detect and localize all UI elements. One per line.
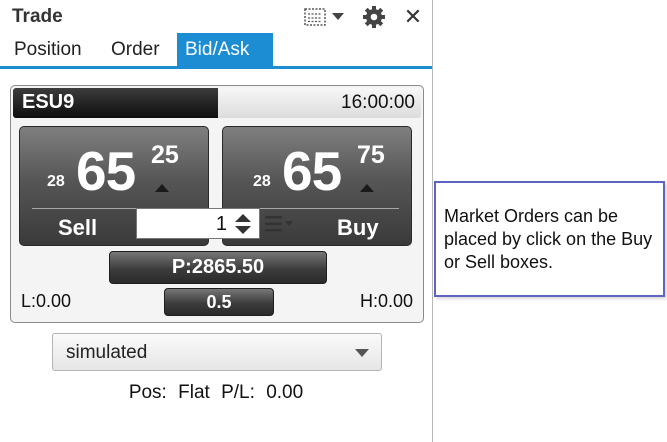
symbol-label: ESU9 <box>22 91 75 113</box>
layout-icon[interactable] <box>303 4 327 30</box>
high-label: H:0.00 <box>359 291 413 311</box>
quantity-value: 1 <box>215 213 227 235</box>
spin-arrows-icon[interactable] <box>233 213 253 235</box>
tab-bid-ask[interactable]: Bid/Ask <box>177 33 273 66</box>
pl-value: 0.00 <box>266 382 304 403</box>
trade-panel: Trade ✕ Position Order Bid/Ask ESU9 16:0… <box>0 0 433 442</box>
gear-icon[interactable] <box>360 4 388 30</box>
account-select[interactable]: simulated <box>52 333 382 371</box>
quantity-menu-icon[interactable] <box>264 215 294 233</box>
sell-label: Sell <box>58 215 98 240</box>
title-bar: Trade ✕ <box>0 0 432 34</box>
close-icon[interactable]: ✕ <box>400 4 426 30</box>
ask-tick-up-icon <box>360 184 374 192</box>
symbol-bar: ESU9 16:00:00 <box>13 88 421 118</box>
bid-ask-widget: ESU9 16:00:00 28 65 25 Sell 28 65 75 Buy… <box>10 85 424 323</box>
ask-big-figure: 65 <box>282 140 342 202</box>
pl-label: P/L: <box>221 382 255 403</box>
position-status: Pos: Flat P/L: 0.00 <box>0 382 432 404</box>
bid-fraction: 25 <box>151 141 179 169</box>
ask-fraction: 75 <box>357 141 385 169</box>
bid-tick-up-icon <box>155 184 169 192</box>
low-label: L:0.00 <box>21 291 72 311</box>
dropdown-caret-icon <box>355 349 369 357</box>
bid-handle: 28 <box>47 173 65 190</box>
time-label: 16:00:00 <box>341 92 415 113</box>
tab-order[interactable]: Order <box>103 33 168 66</box>
price-button[interactable]: P:2865.50 <box>109 251 327 284</box>
account-select-value: simulated <box>66 342 148 363</box>
tab-bar: Position Order Bid/Ask <box>0 33 432 69</box>
chevron-down-icon[interactable] <box>330 4 346 30</box>
buy-label: Buy <box>337 215 379 240</box>
callout-note: Market Orders can be placed by click on … <box>434 181 665 297</box>
pos-value: Flat <box>178 382 210 403</box>
tab-position[interactable]: Position <box>6 33 90 66</box>
quantity-stepper[interactable]: 1 <box>136 208 260 239</box>
panel-title: Trade <box>12 6 63 27</box>
pos-label: Pos: <box>128 382 167 403</box>
ask-handle: 28 <box>253 173 271 190</box>
bid-big-figure: 65 <box>76 140 136 202</box>
tick-size-button[interactable]: 0.5 <box>164 288 274 316</box>
